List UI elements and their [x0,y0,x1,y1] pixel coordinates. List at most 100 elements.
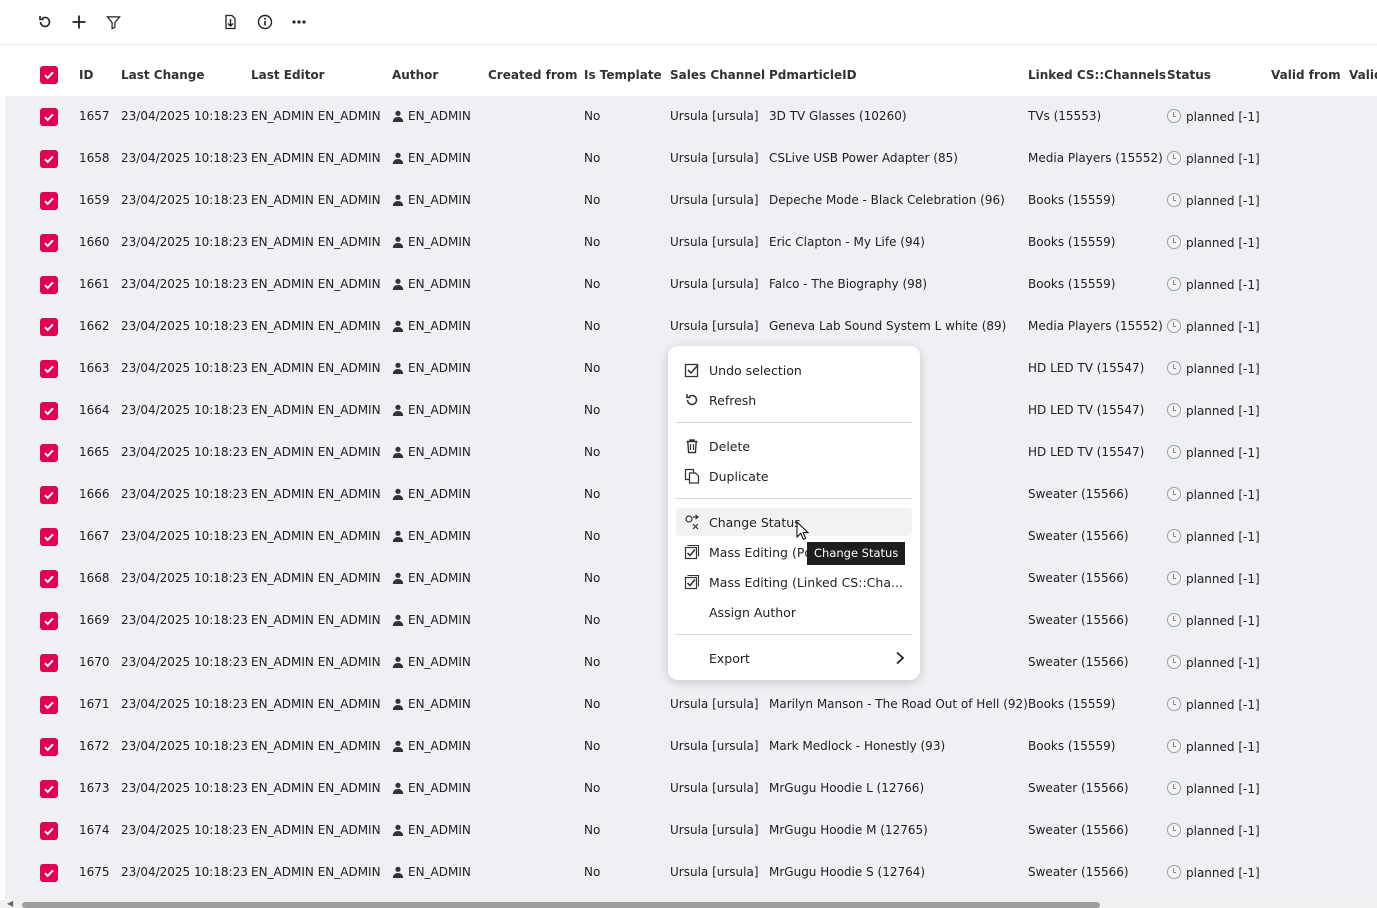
row-checkbox[interactable] [40,612,58,630]
table-row[interactable]: 1659 23/04/2025 10:18:23 EN_ADMIN EN_ADMIN… [5,180,1377,222]
filter-button[interactable] [99,8,127,36]
cell-status: planned [-1] [1167,277,1260,292]
row-checkbox[interactable] [40,402,58,420]
cell-is-template-text: No [584,865,601,879]
user-icon [392,656,404,668]
row-checkbox[interactable] [40,822,58,840]
menu-item-refresh[interactable]: Refresh [676,386,912,414]
more-button[interactable] [285,8,313,36]
cell-id: 1657 [79,109,110,123]
table-row[interactable]: 1674 23/04/2025 10:18:23 EN_ADMIN EN_ADMIN… [5,810,1377,852]
cell-is-template: No [584,277,600,291]
check-icon [44,827,54,836]
check-icon [44,365,54,374]
header-valid-from[interactable]: Valid from [1271,68,1341,82]
refresh-button[interactable] [31,8,59,36]
cell-sales-channel: Ursula [ursula] [670,823,759,837]
header-id[interactable]: ID [79,68,93,82]
cell-id: 1669 [79,613,110,627]
cell-last-editor-text: EN_ADMIN EN_ADMIN [251,823,381,837]
check-icon [44,869,54,878]
row-checkbox[interactable] [40,570,58,588]
menu-item-delete[interactable]: Delete [676,432,912,460]
cell-id: 1671 [79,697,110,711]
row-checkbox[interactable] [40,444,58,462]
cell-pdmarticleid: CSLive USB Power Adapter (85) [769,151,958,165]
table-row[interactable]: 1661 23/04/2025 10:18:23 EN_ADMIN EN_ADMIN… [5,264,1377,306]
header-pdmarticleid[interactable]: PdmarticleID [769,68,857,82]
cell-linked-channels-text: Books (15559) [1028,277,1116,291]
cell-linked-channels: HD LED TV (15547) [1028,403,1144,417]
cell-status-text: planned [-1] [1186,110,1260,124]
row-checkbox[interactable] [40,360,58,378]
menu-item-mass-editing-linked[interactable]: Mass Editing (Linked CS::Cha... [676,568,912,596]
status-clock-icon [1167,319,1181,333]
row-checkbox[interactable] [40,864,58,882]
header-author[interactable]: Author [392,68,438,82]
header-linked-channels[interactable]: Linked CS::Channels [1028,68,1166,82]
cell-sales-channel: Ursula [ursula] [670,319,759,333]
menu-item-change-status[interactable]: Change Status [676,508,912,536]
check-icon [44,533,54,542]
row-checkbox[interactable] [40,108,58,126]
menu-item-assign-author[interactable]: Assign Author [676,598,912,626]
table-row[interactable]: 1662 23/04/2025 10:18:23 EN_ADMIN EN_ADMIN… [5,306,1377,348]
row-checkbox[interactable] [40,528,58,546]
select-all-checkbox[interactable] [40,66,58,84]
check-icon [44,281,54,290]
row-checkbox[interactable] [40,150,58,168]
cell-last-change: 23/04/2025 10:18:23 [121,487,248,501]
header-last-change[interactable]: Last Change [121,68,205,82]
cell-is-template-text: No [584,277,601,291]
menu-item-undo-selection[interactable]: Undo selection [676,356,912,384]
cell-is-template: No [584,571,600,585]
check-icon [44,659,54,668]
cell-last-editor: EN_ADMIN EN_ADMIN [251,823,381,837]
row-checkbox[interactable] [40,276,58,294]
scroll-left-icon[interactable]: ◀ [7,900,13,908]
table-row[interactable]: 1671 23/04/2025 10:18:23 EN_ADMIN EN_ADMIN… [5,684,1377,726]
menu-item-duplicate[interactable]: Duplicate [676,462,912,490]
cell-sales-channel-text: Ursula [ursula] [670,781,759,795]
user-icon [392,110,404,122]
row-checkbox[interactable] [40,318,58,336]
user-icon [392,446,404,458]
cell-pdmarticleid: MrGugu Hoodie S (12764) [769,865,925,879]
row-checkbox[interactable] [40,654,58,672]
table-row[interactable]: 1673 23/04/2025 10:18:23 EN_ADMIN EN_ADMIN… [5,768,1377,810]
row-checkbox[interactable] [40,486,58,504]
header-created-from[interactable]: Created from [488,68,578,82]
check-icon [44,155,54,164]
menu-item-export[interactable]: Export [676,644,912,672]
more-icon [292,20,306,24]
horizontal-scrollbar[interactable]: ◀ [0,900,1377,908]
table-row[interactable]: 1675 23/04/2025 10:18:23 EN_ADMIN EN_ADMIN… [5,852,1377,894]
header-status[interactable]: Status [1167,68,1211,82]
info-button[interactable] [251,8,279,36]
menu-divider [676,498,912,499]
row-checkbox[interactable] [40,234,58,252]
table-row[interactable]: 1672 23/04/2025 10:18:23 EN_ADMIN EN_ADMIN… [5,726,1377,768]
table-row[interactable]: 1657 23/04/2025 10:18:23 EN_ADMIN EN_ADMIN… [5,96,1377,138]
check-icon [44,239,54,248]
cell-status-text: planned [-1] [1186,152,1260,166]
scrollbar-thumb[interactable] [22,902,1100,908]
header-sales-channel[interactable]: Sales Channel [670,68,765,82]
row-checkbox[interactable] [40,696,58,714]
header-is-template[interactable]: Is Template [584,68,662,82]
import-button[interactable] [216,8,244,36]
row-checkbox[interactable] [40,192,58,210]
table-row[interactable]: 1658 23/04/2025 10:18:23 EN_ADMIN EN_ADMIN… [5,138,1377,180]
cell-status-text: planned [-1] [1186,236,1260,250]
header-valid[interactable]: Valid [1349,68,1377,82]
check-icon [44,323,54,332]
row-checkbox[interactable] [40,738,58,756]
cell-is-template: No [584,319,600,333]
table-row[interactable]: 1660 23/04/2025 10:18:23 EN_ADMIN EN_ADMIN… [5,222,1377,264]
cell-linked-channels: Sweater (15566) [1028,571,1129,585]
add-button[interactable] [65,8,93,36]
user-icon [392,740,404,752]
row-checkbox[interactable] [40,780,58,798]
cell-sales-channel-text: Ursula [ursula] [670,865,759,879]
header-last-editor[interactable]: Last Editor [251,68,325,82]
